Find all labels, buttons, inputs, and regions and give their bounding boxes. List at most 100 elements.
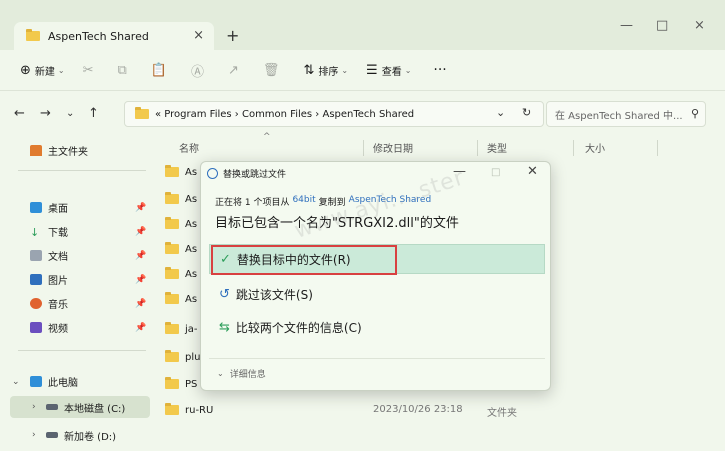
search-input[interactable]: 在 AspenTech Shared 中... ⚲: [546, 101, 706, 127]
list-item[interactable]: PS: [165, 375, 197, 393]
trash-icon: 🗑: [262, 62, 280, 78]
sidebar-item-music[interactable]: 音乐: [30, 294, 68, 312]
column-header-date[interactable]: 修改日期: [373, 140, 413, 155]
plus-circle-icon: ⊕: [20, 62, 31, 78]
list-item[interactable]: ja-: [165, 320, 198, 338]
collapse-chevron-icon[interactable]: ›: [32, 402, 36, 412]
view-lines-icon: ☰: [366, 62, 378, 78]
close-button[interactable]: ×: [694, 18, 705, 33]
sidebar-item-documents[interactable]: 文档: [30, 246, 68, 264]
navigation-pane: 主文件夹 桌面 📌 ↓ 下载 📌 文档 📌 图片 📌 音乐 📌 视频 📌 ⌄ 此…: [0, 136, 153, 451]
sort-button[interactable]: ⇅ 排序 ⌄: [303, 63, 348, 78]
dialog-title: 替换或跳过文件: [223, 170, 287, 180]
collapse-chevron-icon[interactable]: ›: [32, 430, 36, 440]
folder-icon: [165, 242, 179, 254]
replace-file-option[interactable]: ✓ 替换目标中的文件(R): [209, 244, 545, 274]
refresh-icon[interactable]: ↻: [522, 106, 531, 119]
sidebar-item-desktop[interactable]: 桌面: [30, 198, 68, 216]
chevron-down-icon: ⌄: [341, 65, 349, 75]
column-header-type[interactable]: 类型: [487, 140, 507, 155]
dialog-minimize-button[interactable]: —: [453, 164, 466, 179]
sidebar-item-downloads[interactable]: ↓ 下载: [30, 222, 68, 240]
minimize-button[interactable]: —: [620, 18, 633, 33]
list-item[interactable]: plu: [165, 348, 200, 366]
list-item[interactable]: ru-RU: [165, 401, 213, 419]
sidebar-item-this-pc[interactable]: 此电脑: [30, 372, 78, 390]
paste-button[interactable]: 📋: [151, 63, 171, 78]
list-item[interactable]: As: [165, 163, 197, 181]
copy-destination-link[interactable]: AspenTech Shared: [349, 195, 432, 208]
copy-info-mid: 复制到: [318, 198, 346, 208]
list-item[interactable]: As: [165, 240, 197, 258]
compare-files-option[interactable]: ⇆ 比较两个文件的信息(C): [219, 319, 362, 336]
copy-info: 正在将 1 个项目从 64bit 复制到 AspenTech Shared: [215, 195, 431, 208]
file-name: As: [185, 293, 198, 305]
column-header-size[interactable]: 大小: [585, 140, 605, 155]
list-item[interactable]: As: [165, 215, 197, 233]
computer-icon: [30, 375, 42, 387]
tab-aspentech-shared[interactable]: AspenTech Shared ×: [14, 22, 214, 50]
list-item[interactable]: As: [165, 190, 197, 208]
column-separator[interactable]: [573, 140, 574, 156]
cut-button[interactable]: ✂: [83, 63, 98, 78]
file-type: 文件夹: [487, 408, 517, 419]
copy-button[interactable]: ⧉: [118, 63, 131, 78]
folder-icon: [165, 165, 179, 177]
picture-icon: [30, 273, 42, 285]
pin-icon[interactable]: 📌: [135, 251, 146, 261]
replace-option-label: 替换目标中的文件(R): [236, 252, 351, 267]
dialog-close-button[interactable]: ✕: [527, 164, 538, 179]
new-tab-button[interactable]: +: [226, 26, 239, 45]
sidebar-item-videos[interactable]: 视频: [30, 318, 68, 336]
recent-chevron-icon[interactable]: ⌄: [66, 108, 74, 119]
address-row: ← → ⌄ ↑ « Program Files › Common Files ›…: [0, 90, 725, 136]
maximize-button[interactable]: □: [656, 18, 668, 33]
new-button[interactable]: ⊕ 新建 ⌄: [20, 63, 65, 78]
column-separator[interactable]: [657, 140, 658, 156]
copy-icon: ⧉: [117, 62, 127, 78]
sidebar-item-new-volume[interactable]: 新加卷 (D:): [46, 426, 116, 444]
column-separator[interactable]: [363, 140, 364, 156]
column-separator[interactable]: [477, 140, 478, 156]
conflict-heading: 目标已包含一个名为"STRGXI2.dll"的文件: [215, 216, 459, 231]
title-bar: AspenTech Shared × + — □ ×: [0, 0, 725, 50]
expand-chevron-icon[interactable]: ⌄: [12, 377, 20, 387]
list-item[interactable]: As: [165, 290, 197, 308]
copy-info-prefix: 正在将 1 个项目从: [215, 198, 290, 208]
list-item[interactable]: As: [165, 265, 197, 283]
chevron-down-icon: ⌄: [217, 369, 224, 378]
sidebar-label: 下载: [48, 227, 68, 239]
sidebar-label: 此电脑: [48, 377, 78, 389]
delete-button[interactable]: 🗑: [263, 63, 284, 78]
rename-button[interactable]: Ⓐ: [191, 61, 208, 80]
folder-icon: [165, 192, 179, 204]
up-arrow-icon[interactable]: ↑: [88, 106, 99, 121]
sidebar-item-home[interactable]: 主文件夹: [30, 141, 88, 159]
search-icon: ⚲: [690, 107, 699, 120]
new-label: 新建: [34, 66, 55, 78]
column-header-name[interactable]: 名称: [179, 140, 199, 155]
desktop-icon: [30, 201, 42, 213]
pin-icon[interactable]: 📌: [135, 323, 146, 333]
address-bar[interactable]: « Program Files › Common Files › AspenTe…: [124, 101, 544, 127]
sort-label: 排序: [318, 66, 339, 78]
pin-icon[interactable]: 📌: [135, 299, 146, 309]
more-details-toggle[interactable]: ⌄ 详细信息: [217, 367, 266, 380]
chevron-down-icon: ⌄: [404, 65, 412, 75]
skip-file-option[interactable]: ↺ 跳过该文件(S): [219, 286, 313, 303]
pin-icon[interactable]: 📌: [135, 227, 146, 237]
copy-source-link[interactable]: 64bit: [292, 195, 315, 208]
pin-icon[interactable]: 📌: [135, 203, 146, 213]
more-button[interactable]: ···: [433, 62, 446, 78]
sidebar-item-pictures[interactable]: 图片: [30, 270, 68, 288]
pin-icon[interactable]: 📌: [135, 275, 146, 285]
tab-close-button[interactable]: ×: [193, 28, 204, 43]
back-arrow-icon[interactable]: ←: [14, 106, 25, 121]
address-dropdown-icon[interactable]: ⌄: [496, 106, 505, 119]
sidebar-label: 图片: [48, 275, 68, 287]
forward-arrow-icon[interactable]: →: [40, 106, 51, 121]
command-bar: ⊕ 新建 ⌄ ✂ ⧉ 📋 Ⓐ ↗ 🗑 ⇅ 排序 ⌄ ☰ 查看 ⌄ ···: [0, 50, 725, 90]
view-button[interactable]: ☰ 查看 ⌄: [366, 63, 411, 78]
sidebar-item-local-disk[interactable]: 本地磁盘 (C:): [46, 398, 125, 416]
share-button[interactable]: ↗: [228, 63, 243, 78]
